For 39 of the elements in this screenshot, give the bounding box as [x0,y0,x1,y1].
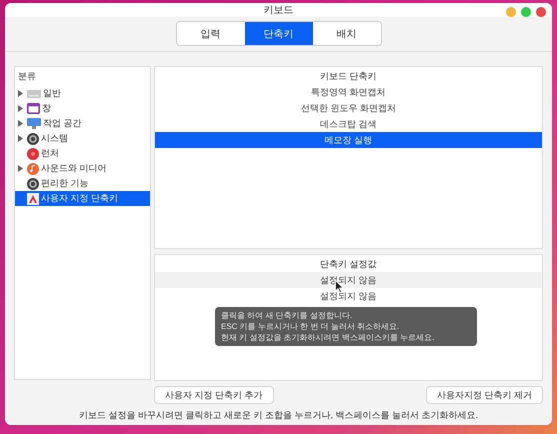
close-button[interactable] [536,7,546,17]
status-text: 키보드 설정을 바꾸시려면 클릭하고 새로운 키 조합을 누르거나, 백스페이스를 눌러서 초기화하세요. [78,409,478,422]
category-item[interactable]: 창 [15,101,150,116]
binding-row[interactable]: 설정되지 않음 [155,288,542,304]
tooltip-text: ESC 키를 누르시거나 한 번 더 눌러서 취소하세요. [221,321,400,332]
add-shortcut-button[interactable]: 사용자 지정 단축키 추가 [154,386,274,404]
music-icon [27,162,39,174]
gear-icon [27,178,39,190]
expander-icon[interactable] [18,105,22,112]
category-item[interactable]: 시스템 [15,131,150,146]
category-header: 분류 [17,70,37,83]
shortcut-row[interactable]: 데스크탑 검색 [155,116,542,132]
remove-shortcut-button[interactable]: 사용자지정 단축키 제거 [426,386,543,404]
expander-icon[interactable] [18,135,22,142]
shortcut-row[interactable]: 선택한 윈도우 화면캡처 [155,100,542,116]
tab[interactable]: 단축키 [244,22,312,45]
category-item[interactable]: 런처 [15,146,150,161]
window-icon [27,103,40,114]
list-header: 키보드 단축키 [319,70,378,83]
category-item[interactable]: 사용자 지정 단축키 [15,191,150,206]
category-item[interactable]: 작업 공간 [15,116,150,131]
tooltip-text: 클릭을 하여 새 단축키를 설정합니다. [221,310,352,321]
category-item[interactable]: 사운드와 미디어 [15,161,150,176]
expander-icon[interactable] [18,165,22,172]
expander-icon[interactable] [18,120,22,127]
shortcut-row[interactable]: 특정영역 화면캡처 [155,84,542,100]
category-item[interactable]: 편리한 기능 [15,176,150,191]
shortcut-icon [27,192,39,204]
window-title: 키보드 [264,4,294,17]
launcher-icon [27,148,39,160]
shortcut-row[interactable]: 메모장 실행 [155,132,542,148]
binding-row[interactable]: 설정되지 않음 [155,272,542,288]
category-item[interactable]: 일반 [15,86,150,101]
tooltip-text: 현재 키 설정값을 초기화하시려면 백스페이스키를 누르세요. [221,332,434,343]
keyboard-icon [27,90,41,98]
gear-icon [27,132,39,144]
expander-icon[interactable] [18,90,22,97]
list-header: 단축키 설정값 [319,258,378,271]
monitor-icon [27,118,41,129]
